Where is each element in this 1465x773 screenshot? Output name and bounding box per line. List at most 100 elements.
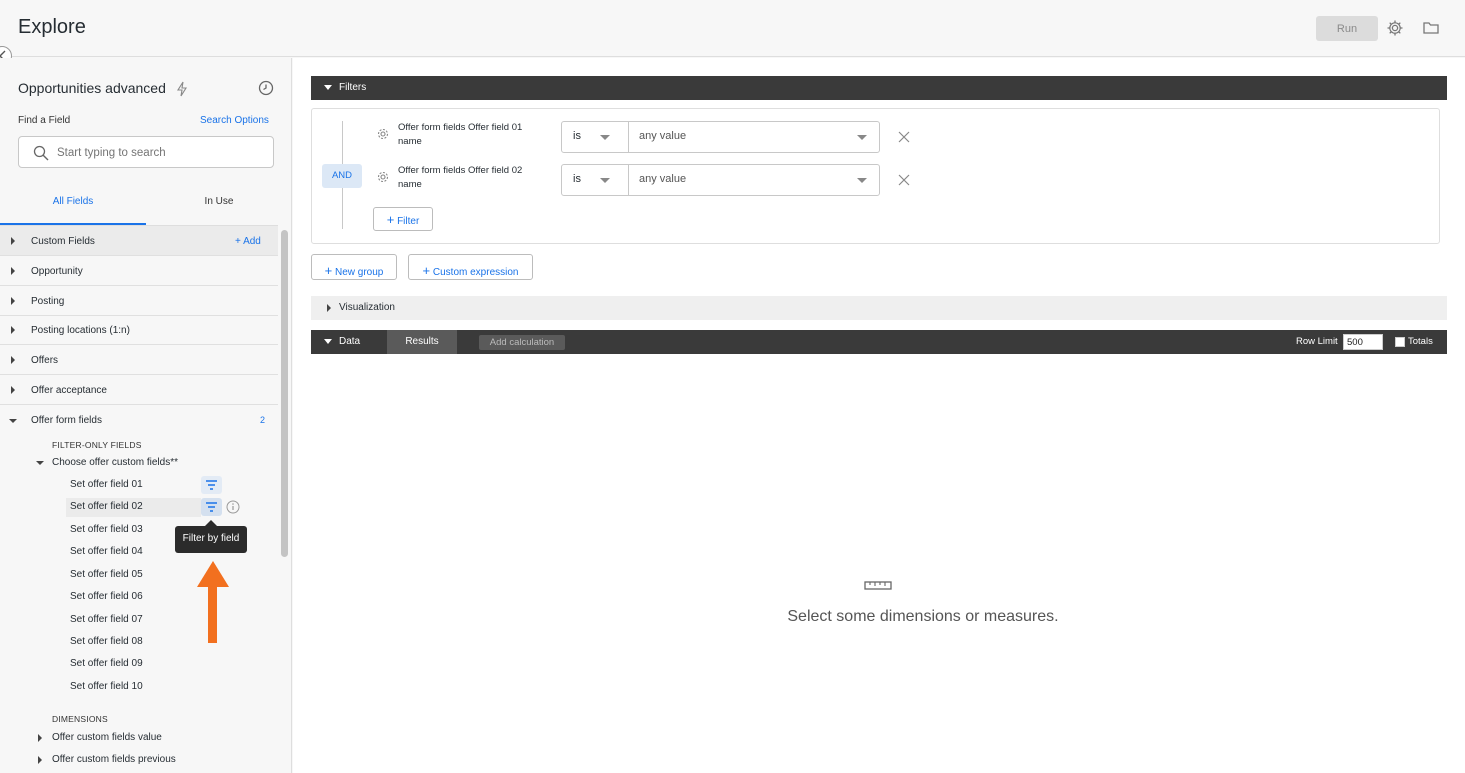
info-icon[interactable]: [226, 500, 240, 519]
visualization-label: Visualization: [339, 302, 395, 313]
sidebar-scrollbar[interactable]: [281, 230, 288, 557]
operator-value: is: [573, 173, 581, 185]
field-group-label: Offer custom fields previous: [52, 754, 176, 765]
filter-icon: [206, 502, 217, 512]
view-custom-fields[interactable]: Custom Fields + Add: [0, 226, 278, 256]
chevron-down-icon: [857, 135, 867, 140]
search-options-link[interactable]: Search Options: [200, 115, 269, 126]
filter-value-select[interactable]: any value: [628, 164, 880, 196]
add-custom-field-link[interactable]: + Add: [235, 236, 261, 247]
totals-label: Totals: [1408, 336, 1433, 347]
view-opportunity[interactable]: Opportunity: [0, 256, 278, 286]
caret-right-icon: [38, 734, 42, 742]
lightning-bolt-icon[interactable]: [176, 81, 188, 102]
annotation-arrow-shaft: [208, 583, 217, 643]
new-group-button[interactable]: + New group: [311, 254, 397, 280]
search-icon: [33, 145, 49, 161]
remove-filter-close-icon[interactable]: [898, 130, 910, 148]
page-title: Explore: [18, 16, 86, 38]
custom-expression-button[interactable]: + Custom expression: [408, 254, 533, 280]
operator-select[interactable]: is: [561, 164, 629, 196]
filter-by-field-button[interactable]: [201, 498, 222, 516]
history-icon[interactable]: [258, 80, 274, 101]
model-title: Opportunities advanced: [18, 80, 166, 96]
filter-field-name: Offer form fields Offer field 02 name: [398, 165, 523, 190]
view-label: Offer form fields: [31, 415, 102, 426]
find-field-label: Find a Field: [18, 115, 71, 126]
dimensions-heading: DIMENSIONS: [52, 714, 108, 724]
field-set-offer-field-06[interactable]: Set offer field 06: [66, 588, 201, 607]
search-input[interactable]: [57, 144, 262, 162]
field-search[interactable]: [18, 136, 274, 168]
filter-only-fields-heading: FILTER-ONLY FIELDS: [52, 440, 142, 450]
field-group-label: Choose offer custom fields**: [52, 457, 178, 468]
caret-right-icon: [38, 756, 42, 764]
add-calculation-button[interactable]: Add calculation: [479, 335, 565, 350]
filter-group: AND Offer form fields Offer field 01 nam…: [311, 108, 1440, 244]
plus-icon: +: [422, 263, 431, 278]
operator-value: is: [573, 130, 581, 142]
caret-down-icon: [9, 419, 17, 423]
main-panel: Filters AND Offer form fields Offer fiel…: [293, 58, 1465, 773]
row-limit-label: Row Limit: [1296, 336, 1338, 347]
filter-icon: [206, 480, 217, 490]
gear-icon[interactable]: [376, 170, 390, 189]
in-use-count-badge: 2: [260, 415, 266, 425]
logic-and-toggle[interactable]: AND: [322, 164, 362, 188]
add-filter-label: Filter: [397, 215, 420, 227]
tab-all-fields[interactable]: All Fields: [0, 196, 146, 207]
view-posting[interactable]: Posting: [0, 286, 278, 316]
remove-filter-close-icon[interactable]: [898, 173, 910, 191]
caret-right-icon: [11, 386, 15, 394]
caret-down-icon: [324, 85, 332, 90]
field-set-offer-field-10[interactable]: Set offer field 10: [66, 678, 201, 697]
field-set-offer-field-02[interactable]: Set offer field 02: [66, 498, 201, 517]
ruler-icon: [864, 578, 892, 596]
chevron-down-icon: [600, 178, 610, 183]
field-set-offer-field-07[interactable]: Set offer field 07: [66, 611, 201, 630]
add-filter-button[interactable]: + Filter: [373, 207, 433, 231]
operator-select[interactable]: is: [561, 121, 629, 153]
field-set-offer-field-08[interactable]: Set offer field 08: [66, 633, 201, 652]
view-posting-locations[interactable]: Posting locations (1:n): [0, 315, 278, 345]
tab-in-use[interactable]: In Use: [146, 196, 292, 207]
caret-right-icon: [11, 297, 15, 305]
top-bar: Explore Run: [0, 0, 1465, 57]
row-limit-input[interactable]: [1343, 334, 1383, 350]
data-tab[interactable]: Data: [339, 336, 360, 347]
view-label: Offer acceptance: [31, 385, 107, 396]
caret-down-icon: [36, 461, 44, 465]
filter-by-field-button[interactable]: [201, 476, 222, 494]
results-tab[interactable]: Results: [387, 330, 457, 354]
gear-icon[interactable]: [1386, 19, 1404, 37]
chevron-down-icon: [857, 178, 867, 183]
view-label: Posting locations (1:n): [31, 325, 130, 336]
filter-value: any value: [639, 173, 687, 185]
chevron-down-icon: [600, 135, 610, 140]
field-set-offer-field-09[interactable]: Set offer field 09: [66, 655, 201, 674]
view-offer-acceptance[interactable]: Offer acceptance: [0, 375, 278, 405]
folder-icon[interactable]: [1422, 19, 1440, 37]
view-offers[interactable]: Offers: [0, 345, 278, 375]
view-label: Posting: [31, 296, 65, 307]
filter-value: any value: [639, 130, 687, 142]
filter-value-select[interactable]: any value: [628, 121, 880, 153]
filter-by-field-tooltip: Filter by field: [175, 520, 247, 553]
field-set-offer-field-05[interactable]: Set offer field 05: [66, 566, 201, 585]
visualization-section-header[interactable]: Visualization: [311, 296, 1447, 320]
empty-state-message: Select some dimensions or measures.: [787, 608, 1059, 625]
gear-icon[interactable]: [376, 127, 390, 146]
caret-right-icon: [327, 304, 331, 312]
caret-down-icon: [324, 339, 332, 344]
view-label: Offers: [31, 355, 59, 366]
filters-section-header[interactable]: Filters: [311, 76, 1447, 100]
view-label: Custom Fields: [31, 236, 95, 247]
caret-right-icon: [11, 356, 15, 364]
run-button[interactable]: Run: [1316, 16, 1378, 41]
custom-expression-label: Custom expression: [432, 267, 519, 278]
view-offer-form-fields[interactable]: Offer form fields 2: [0, 405, 278, 435]
filters-label: Filters: [339, 82, 367, 93]
totals-checkbox[interactable]: [1395, 337, 1405, 347]
view-label: Opportunity: [31, 266, 83, 277]
field-set-offer-field-01[interactable]: Set offer field 01: [66, 476, 201, 495]
